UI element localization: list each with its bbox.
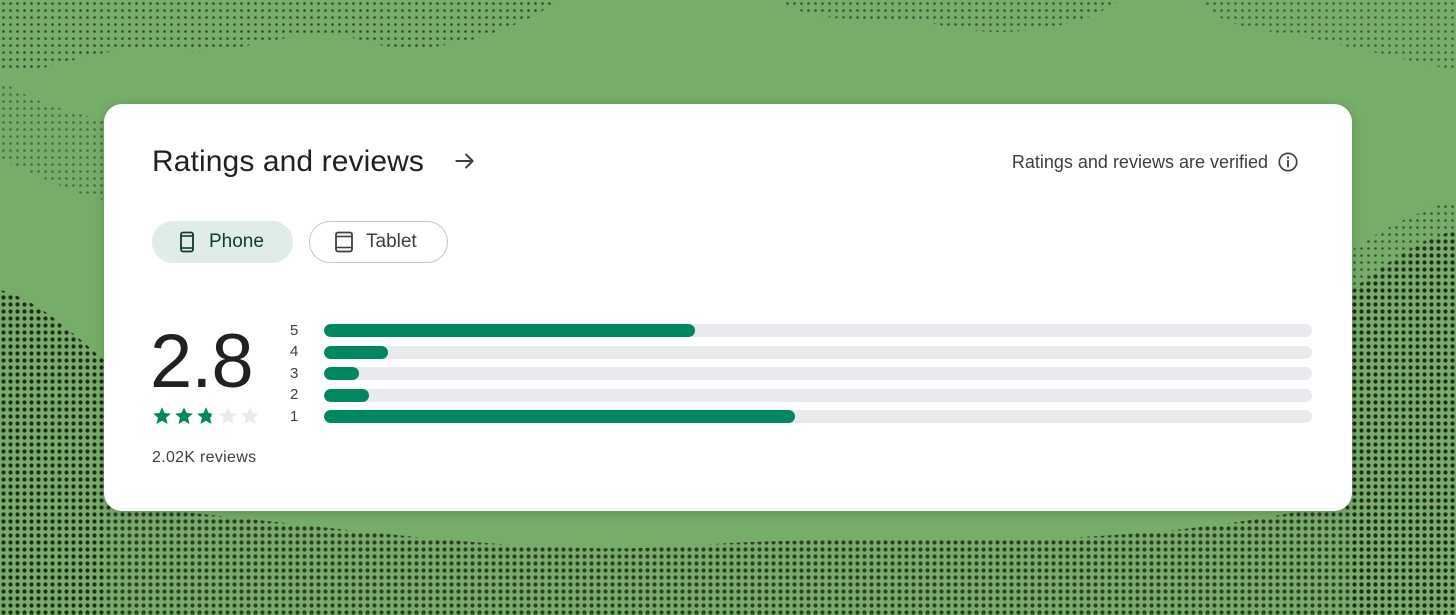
info-icon[interactable] — [1277, 151, 1299, 173]
rating-row-1: 1 — [290, 406, 1312, 428]
rating-row-label: 3 — [290, 364, 299, 382]
ratings-card: Ratings and reviews Ratings and reviews … — [104, 104, 1352, 511]
reviews-count: 2.02K reviews — [152, 449, 257, 466]
rating-row-label: 1 — [290, 407, 299, 425]
verified-note: Ratings and reviews are verified — [1011, 152, 1268, 172]
tab-phone[interactable]: Phone — [152, 221, 293, 263]
rating-bar-fill — [324, 410, 796, 424]
rating-bar-track — [324, 324, 1312, 338]
star-icon — [241, 407, 259, 424]
rating-row-2: 2 — [290, 385, 1312, 407]
rating-row-label: 2 — [290, 386, 299, 404]
rating-bar-track — [324, 367, 1312, 381]
section-title: Ratings and reviews — [152, 145, 425, 178]
rating-bar-fill — [324, 388, 370, 402]
rating-row-3: 3 — [290, 363, 1312, 385]
rating-bar-track — [324, 388, 1312, 402]
rating-row-label: 4 — [290, 343, 299, 361]
star-icon — [175, 407, 193, 424]
tablet-icon — [335, 231, 353, 253]
star-icon — [197, 407, 215, 424]
arrow-right-icon[interactable] — [452, 148, 478, 174]
rating-bar-fill — [324, 367, 359, 381]
rating-distribution: 5 4 3 2 1 — [290, 320, 1312, 428]
phone-icon — [180, 231, 194, 253]
rating-bar-track — [324, 410, 1312, 424]
rating-row-5: 5 — [290, 320, 1312, 342]
tab-tablet-label: Tablet — [366, 231, 417, 252]
rating-bar-track — [324, 345, 1312, 359]
rating-row-label: 5 — [290, 321, 299, 339]
star-icon — [219, 407, 237, 424]
tab-phone-label: Phone — [209, 231, 264, 252]
star-icon — [153, 407, 171, 424]
rating-bar-fill — [324, 345, 389, 359]
rating-row-4: 4 — [290, 342, 1312, 364]
star-rating — [153, 407, 259, 424]
average-score: 2.8 — [150, 319, 254, 404]
rating-bar-fill — [324, 324, 695, 338]
tab-tablet[interactable]: Tablet — [309, 221, 448, 263]
